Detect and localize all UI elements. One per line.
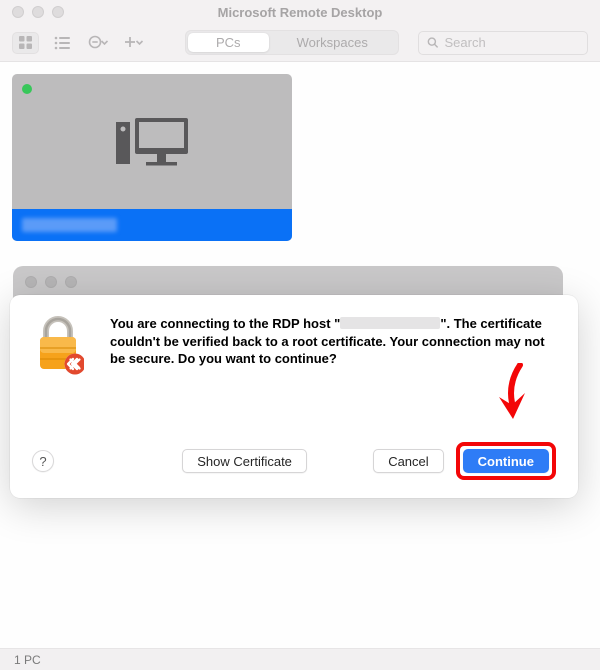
certificate-warning-dialog: ✕ You are connecting to the RDP host "".… (10, 295, 578, 498)
view-segmented-control: PCs Workspaces (185, 30, 399, 55)
add-menu-button[interactable] (121, 32, 147, 54)
filter-menu-button[interactable] (85, 32, 111, 54)
annotation-highlight: Continue (456, 442, 556, 480)
tab-workspaces[interactable]: Workspaces (269, 33, 396, 52)
traffic-light-zoom (65, 276, 77, 288)
desktop-icon (116, 118, 188, 176)
traffic-light-close[interactable] (12, 6, 24, 18)
cancel-button[interactable]: Cancel (373, 449, 443, 473)
layout-grid-button[interactable] (12, 32, 39, 54)
svg-text:✕: ✕ (69, 356, 82, 373)
pcs-grid (0, 62, 600, 253)
redacted-hostname (22, 218, 117, 232)
redacted-hostname (340, 317, 440, 329)
continue-button[interactable]: Continue (463, 449, 549, 473)
list-icon (54, 36, 70, 50)
search-icon (427, 36, 439, 49)
status-bar: 1 PC (0, 648, 600, 670)
window-title-bar: Microsoft Remote Desktop (0, 0, 600, 24)
status-indicator-online-icon (22, 84, 32, 94)
dialog-message-prefix: You are connecting to the RDP host " (110, 316, 340, 331)
traffic-light-minimize[interactable] (32, 6, 44, 18)
search-input[interactable] (445, 35, 580, 50)
cert-lock-icon: ✕ (32, 315, 84, 380)
traffic-light-zoom[interactable] (52, 6, 64, 18)
grid-icon (18, 35, 33, 50)
tab-pcs[interactable]: PCs (188, 33, 269, 52)
filter-icon (88, 35, 108, 51)
layout-list-button[interactable] (49, 32, 75, 54)
dialog-message: You are connecting to the RDP host "". T… (110, 315, 556, 380)
traffic-light-close (25, 276, 37, 288)
plus-icon (124, 35, 144, 51)
traffic-light-minimize (45, 276, 57, 288)
show-certificate-button[interactable]: Show Certificate (182, 449, 307, 473)
status-pc-count: 1 PC (14, 653, 41, 667)
window-title: Microsoft Remote Desktop (0, 5, 600, 20)
main-toolbar: PCs Workspaces (0, 24, 600, 62)
search-field-container[interactable] (418, 31, 588, 55)
pc-tile[interactable] (12, 74, 292, 241)
pc-tile-label (12, 209, 292, 241)
help-button[interactable]: ? (32, 450, 54, 472)
